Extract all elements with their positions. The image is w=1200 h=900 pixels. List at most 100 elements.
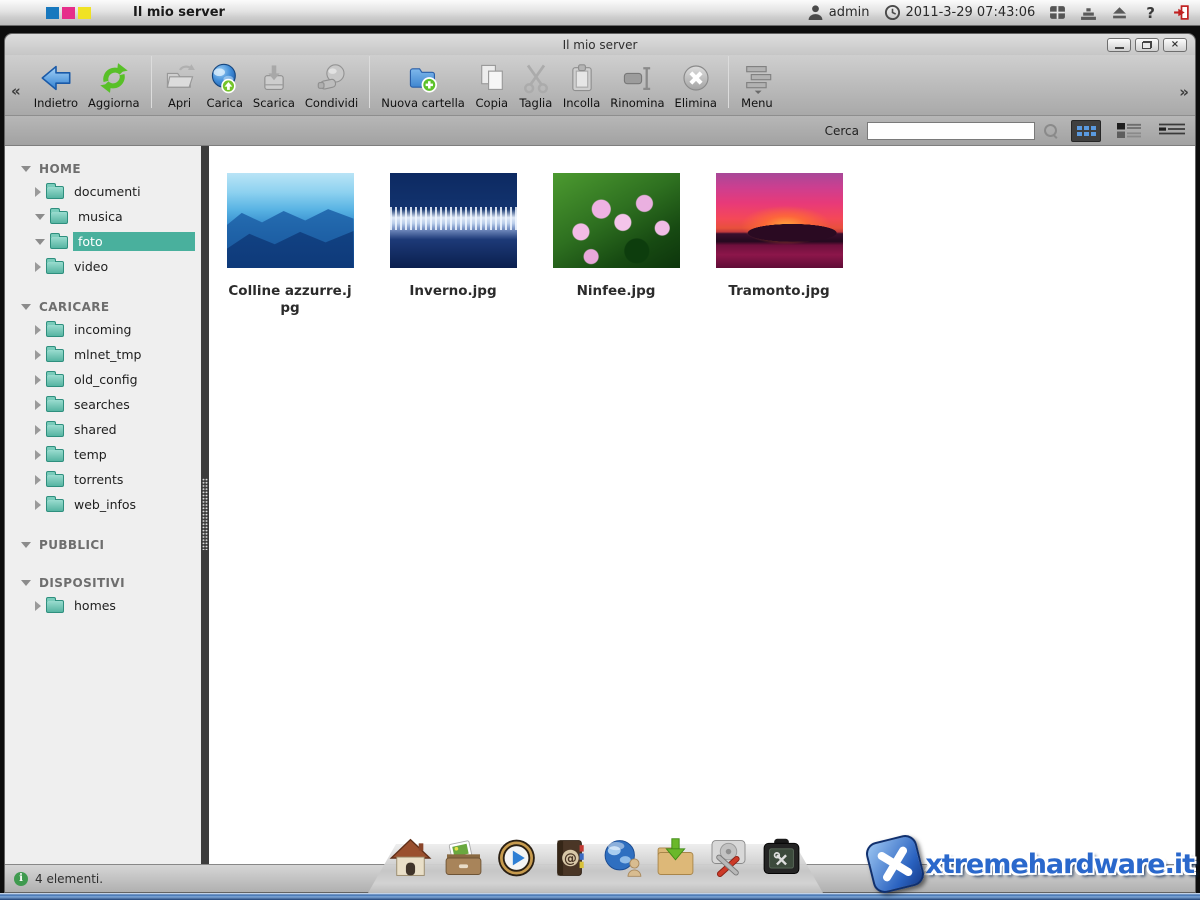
sidebar-item-web-infos[interactable]: web_infos xyxy=(5,492,201,517)
splitter-grip[interactable] xyxy=(202,478,208,550)
section-header-pubblici[interactable]: PUBBLICI xyxy=(5,535,201,555)
thumbnail-ninfee[interactable] xyxy=(553,173,680,268)
dock-media-player-icon[interactable] xyxy=(494,836,538,880)
copy-button[interactable]: Copia xyxy=(470,61,514,110)
logout-icon[interactable] xyxy=(1173,4,1190,21)
apps-grid-icon[interactable] xyxy=(1049,4,1066,21)
expand-arrow-icon[interactable] xyxy=(35,350,41,360)
icon-view-button[interactable] xyxy=(1071,120,1101,142)
restore-button[interactable] xyxy=(1135,38,1159,52)
site-watermark: xtremehardware.it xyxy=(869,838,1194,890)
expand-arrow-icon[interactable] xyxy=(35,325,41,335)
back-button[interactable]: Indietro xyxy=(29,61,83,110)
window-titlebar[interactable]: Il mio server × xyxy=(5,34,1195,55)
devices-icon[interactable] xyxy=(1080,4,1097,21)
open-icon xyxy=(163,61,197,95)
list-view-button[interactable] xyxy=(1117,122,1143,139)
refresh-icon xyxy=(97,61,131,95)
expand-arrow-icon[interactable] xyxy=(35,262,41,272)
sidebar-item-video[interactable]: video xyxy=(5,254,201,279)
expand-arrow-icon[interactable] xyxy=(35,601,41,611)
minimize-button[interactable] xyxy=(1107,38,1131,52)
folder-icon xyxy=(50,211,68,224)
paste-button[interactable]: Incolla xyxy=(558,61,605,110)
expand-arrow-icon[interactable] xyxy=(35,375,41,385)
collapse-arrow-icon[interactable] xyxy=(21,580,31,586)
collapse-arrow-icon[interactable] xyxy=(21,542,31,548)
collapse-arrow-icon[interactable] xyxy=(35,214,45,220)
refresh-button[interactable]: Aggiorna xyxy=(83,61,145,110)
file-tile[interactable]: Colline azzurre.jpg xyxy=(225,173,355,317)
dock-address-book-icon[interactable]: @ xyxy=(547,836,591,880)
toolbar-separator xyxy=(369,56,370,108)
topbar-status-area: admin 2011-3-29 07:43:06 ? xyxy=(807,4,1190,22)
file-name: Inverno.jpg xyxy=(409,283,496,300)
delete-icon xyxy=(679,61,713,95)
expand-arrow-icon[interactable] xyxy=(35,425,41,435)
folder-icon xyxy=(46,449,64,462)
dock-toolkit-icon[interactable] xyxy=(759,836,803,880)
section-header-caricare[interactable]: CARICARE xyxy=(5,297,201,317)
sidebar-item-searches[interactable]: searches xyxy=(5,392,201,417)
new-folder-icon xyxy=(406,61,440,95)
dock-disk-tools-icon[interactable] xyxy=(706,836,750,880)
sidebar-splitter[interactable] xyxy=(201,146,209,864)
username: admin xyxy=(829,5,870,20)
folder-icon xyxy=(46,399,64,412)
toolbar-overflow-right-icon[interactable]: » xyxy=(1179,83,1189,101)
share-button[interactable]: Condividi xyxy=(300,61,363,110)
dock-photos-icon[interactable] xyxy=(441,836,485,880)
expand-arrow-icon[interactable] xyxy=(35,187,41,197)
thumbnail-inverno[interactable] xyxy=(390,173,517,268)
menu-button[interactable]: Menu xyxy=(735,61,779,110)
sidebar-item-torrents[interactable]: torrents xyxy=(5,467,201,492)
upload-button[interactable]: Carica xyxy=(202,61,248,110)
new-folder-button[interactable]: Nuova cartella xyxy=(376,61,470,110)
user-menu[interactable]: admin xyxy=(807,4,870,21)
expand-arrow-icon[interactable] xyxy=(35,450,41,460)
sidebar-item-shared[interactable]: shared xyxy=(5,417,201,442)
expand-arrow-icon[interactable] xyxy=(35,500,41,510)
close-button[interactable]: × xyxy=(1163,38,1187,52)
dock-home-icon[interactable] xyxy=(388,836,432,880)
search-icon[interactable] xyxy=(1043,123,1059,139)
open-button[interactable]: Apri xyxy=(158,61,202,110)
dock-web-users-icon[interactable] xyxy=(600,836,644,880)
rename-button[interactable]: Rinomina xyxy=(605,61,669,110)
expand-arrow-icon[interactable] xyxy=(35,475,41,485)
collapse-arrow-icon[interactable] xyxy=(35,239,45,245)
file-name: Tramonto.jpg xyxy=(728,283,829,300)
section-header-dispositivi[interactable]: DISPOSITIVI xyxy=(5,573,201,593)
thumbnail-tramonto[interactable] xyxy=(716,173,843,268)
sidebar-item-incoming[interactable]: incoming xyxy=(5,317,201,342)
file-name: Colline azzurre.jpg xyxy=(225,283,355,317)
cut-button[interactable]: Taglia xyxy=(514,61,558,110)
expand-arrow-icon[interactable] xyxy=(35,400,41,410)
eject-icon[interactable] xyxy=(1111,4,1128,21)
delete-button[interactable]: Elimina xyxy=(670,61,722,110)
collapse-arrow-icon[interactable] xyxy=(21,304,31,310)
file-tile[interactable]: Inverno.jpg xyxy=(388,173,518,300)
sidebar-item-musica[interactable]: musica xyxy=(5,204,201,229)
sidebar-item-old-config[interactable]: old_config xyxy=(5,367,201,392)
detail-view-button[interactable] xyxy=(1159,122,1185,139)
back-icon xyxy=(39,61,73,95)
download-button[interactable]: Scarica xyxy=(248,61,300,110)
thumbnail-colline-azzurre[interactable] xyxy=(227,173,354,268)
sidebar-item-documenti[interactable]: documenti xyxy=(5,179,201,204)
section-pubblici: PUBBLICI xyxy=(5,535,201,555)
search-input[interactable] xyxy=(867,122,1035,140)
collapse-arrow-icon[interactable] xyxy=(21,166,31,172)
datetime: 2011-3-29 07:43:06 xyxy=(906,5,1036,20)
help-icon[interactable]: ? xyxy=(1142,4,1159,22)
toolbar-overflow-left-icon[interactable]: « xyxy=(11,82,21,100)
sidebar-item-temp[interactable]: temp xyxy=(5,442,201,467)
dock-downloads-icon[interactable] xyxy=(653,836,697,880)
file-tile[interactable]: Ninfee.jpg xyxy=(551,173,681,300)
sidebar-item-homes[interactable]: homes xyxy=(5,593,201,618)
sidebar-item-foto[interactable]: foto xyxy=(5,229,201,254)
sidebar-item-mlnet-tmp[interactable]: mlnet_tmp xyxy=(5,342,201,367)
folder-icon xyxy=(50,236,68,249)
section-header-home[interactable]: HOME xyxy=(5,159,201,179)
file-tile[interactable]: Tramonto.jpg xyxy=(714,173,844,300)
